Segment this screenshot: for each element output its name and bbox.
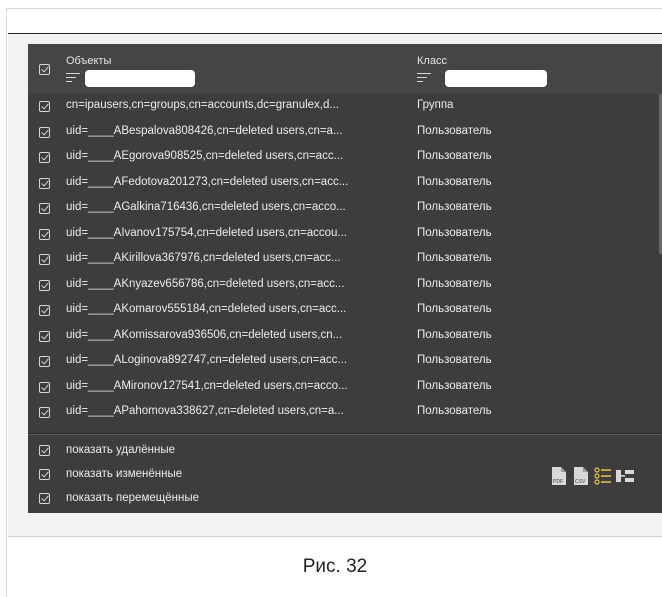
pdf-label: PDF — [553, 479, 563, 485]
show-moved-checkbox[interactable] — [39, 493, 50, 504]
object-dn: uid=____AGalkina716436,cn=deleted users,… — [66, 201, 346, 213]
object-class: Пользователь — [417, 175, 492, 188]
table-row[interactable]: uid=____AKnyazev656786,cn=deleted users,… — [28, 273, 662, 299]
row-checkbox[interactable] — [39, 228, 50, 240]
table-row[interactable]: uid=____AIvanov175754,cn=deleted users,c… — [28, 222, 662, 248]
table-row[interactable]: uid=____ALoginova892747,cn=deleted users… — [28, 349, 662, 375]
export-csv-icon[interactable]: CSV — [572, 467, 590, 485]
object-class: Пользователь — [417, 328, 492, 341]
object-class: Пользователь — [417, 303, 492, 315]
object-dn: cn=ipausers,cn=groups,cn=accounts,dc=gra… — [66, 99, 339, 111]
table-row[interactable]: uid=____ABespalova808426,cn=deleted user… — [28, 120, 662, 146]
show-deleted-checkbox[interactable] — [39, 445, 50, 456]
object-class: Пользователь — [417, 252, 492, 264]
select-all-checkbox[interactable] — [39, 64, 50, 75]
objects-panel: Объекты Класс cn=ipausers,cn=groups,cn=a… — [28, 44, 662, 513]
row-checkbox[interactable] — [39, 254, 50, 265]
show-modified-option[interactable]: показать изменённые — [28, 465, 328, 485]
caption-divider — [8, 536, 662, 537]
row-checkbox[interactable] — [39, 101, 50, 112]
object-dn: uid=____ALoginova892747,cn=deleted users… — [66, 354, 348, 366]
object-dn: uid=____AMironov127541,cn=deleted users,… — [66, 379, 348, 392]
row-checkbox[interactable] — [39, 356, 50, 367]
show-moved-option[interactable]: показать перемещённые — [28, 489, 328, 509]
table-row-clipped[interactable] — [28, 426, 662, 431]
show-deleted-option[interactable]: показать удалённые — [28, 441, 328, 461]
csv-label: CSV — [575, 479, 586, 485]
object-class: Пользователь — [417, 201, 492, 213]
row-checkbox[interactable] — [39, 279, 50, 291]
objects-filter-input[interactable] — [85, 70, 195, 87]
object-dn: uid=____AKnyazev656786,cn=deleted users,… — [66, 277, 345, 290]
object-dn: uid=____AKirillova367976,cn=deleted user… — [66, 252, 341, 264]
show-deleted-label: показать удалённые — [66, 444, 175, 456]
panel-margin-bottom — [8, 513, 662, 536]
row-checkbox[interactable] — [39, 152, 50, 163]
row-checkbox[interactable] — [39, 305, 50, 316]
objects-table-body: cn=ipausers,cn=groups,cn=accounts,dc=gra… — [28, 94, 662, 430]
object-dn: uid=____AIvanov175754,cn=deleted users,c… — [66, 226, 348, 239]
object-class: Пользователь — [417, 124, 492, 137]
row-checkbox[interactable] — [39, 407, 50, 418]
table-row[interactable]: uid=____APahomova338627,cn=deleted users… — [28, 400, 662, 426]
object-dn: uid=____AFedotova201273,cn=deleted users… — [66, 175, 349, 188]
table-row[interactable]: uid=____AEgorova908525,cn=deleted users,… — [28, 145, 662, 171]
row-checkbox[interactable] — [39, 126, 50, 138]
column-header-objects[interactable]: Объекты — [66, 55, 111, 67]
panel-margin-top — [8, 34, 662, 44]
table-row[interactable]: uid=____AFedotova201273,cn=deleted users… — [28, 171, 662, 197]
object-class: Пользователь — [417, 150, 492, 162]
table-row[interactable]: cn=ipausers,cn=groups,cn=accounts,dc=gra… — [28, 94, 662, 120]
object-dn: uid=____AKomissarova936506,cn=deleted us… — [66, 328, 343, 341]
show-modified-checkbox[interactable] — [39, 469, 50, 480]
export-pdf-icon[interactable]: PDF — [550, 467, 568, 485]
tree-icon[interactable] — [616, 467, 634, 485]
filter-icon[interactable] — [66, 73, 80, 83]
object-class: Группа — [417, 99, 454, 111]
object-dn: uid=____AKomarov555184,cn=deleted users,… — [66, 303, 347, 315]
filter-icon[interactable] — [417, 73, 431, 83]
table-row[interactable]: uid=____AMironov127541,cn=deleted users,… — [28, 375, 662, 401]
column-header-class[interactable]: Класс — [417, 55, 447, 67]
row-checkbox[interactable] — [39, 203, 50, 214]
show-modified-label: показать изменённые — [66, 468, 183, 480]
object-class: Пользователь — [417, 277, 492, 290]
table-row[interactable]: uid=____AKirillova367976,cn=deleted user… — [28, 247, 662, 273]
row-checkbox[interactable] — [39, 381, 50, 393]
table-row[interactable]: uid=____AKomissarova936506,cn=deleted us… — [28, 324, 662, 350]
figure-caption: Рис. 32 — [302, 556, 368, 577]
class-filter-input[interactable] — [445, 70, 547, 87]
row-checkbox[interactable] — [39, 330, 50, 342]
object-class: Пользователь — [417, 354, 492, 366]
table-row[interactable]: uid=____AKomarov555184,cn=deleted users,… — [28, 298, 662, 324]
list-icon[interactable] — [594, 467, 612, 485]
panel-margin-left — [8, 34, 28, 536]
object-dn: uid=____AEgorova908525,cn=deleted users,… — [66, 150, 344, 162]
table-row[interactable]: uid=____AGalkina716436,cn=deleted users,… — [28, 196, 662, 222]
object-class: Пользователь — [417, 226, 492, 239]
object-class: Пользователь — [417, 405, 492, 417]
object-dn: uid=____ABespalova808426,cn=deleted user… — [66, 124, 343, 137]
object-dn: uid=____APahomova338627,cn=deleted users… — [66, 405, 344, 417]
footer-divider-highlight — [28, 434, 662, 435]
show-moved-label: показать перемещённые — [66, 492, 199, 504]
row-checkbox[interactable] — [39, 177, 50, 189]
table-header: Объекты Класс — [28, 44, 662, 94]
object-class: Пользователь — [417, 379, 492, 392]
